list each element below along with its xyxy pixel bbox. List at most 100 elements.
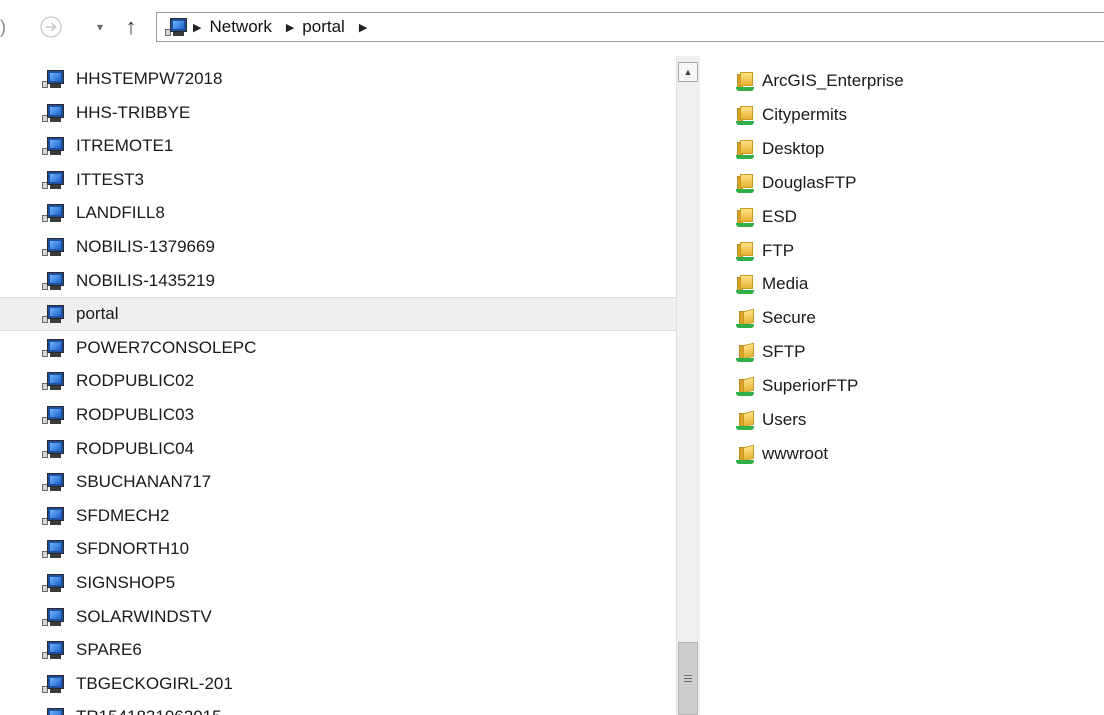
address-bar[interactable]: ▶ Network ▶ portal ▶	[156, 12, 1104, 42]
computer-icon	[42, 540, 64, 559]
computer-icon	[42, 406, 64, 424]
host-item[interactable]: SPARE6	[0, 633, 676, 667]
shared-folder-icon	[736, 240, 756, 262]
chevron-right-icon[interactable]: ▶	[359, 21, 367, 34]
share-item[interactable]: Users	[736, 405, 806, 435]
up-button[interactable]: ↑	[120, 12, 142, 42]
share-item[interactable]: ESD	[736, 202, 797, 232]
host-item[interactable]: ITREMOTE1	[0, 129, 676, 163]
share-item[interactable]: DouglasFTP	[736, 168, 856, 198]
computer-icon	[42, 338, 64, 357]
host-item[interactable]: TBGECKOGIRL-201	[0, 667, 676, 701]
computer-icon	[42, 271, 64, 290]
share-label: Users	[762, 410, 807, 429]
shared-folder-icon	[736, 341, 756, 363]
computer-icon	[42, 170, 64, 189]
host-item[interactable]: ITTEST3	[0, 163, 676, 197]
network-computer-icon	[165, 18, 187, 36]
share-label: Desktop	[762, 138, 825, 158]
host-item[interactable]: RODPUBLIC02	[0, 364, 676, 398]
host-item[interactable]: portal	[0, 297, 676, 332]
shared-folder-icon	[736, 409, 756, 431]
host-label: HHSTEMPW72018	[76, 69, 223, 88]
share-label: Citypermits	[762, 104, 848, 124]
host-item[interactable]: HHSTEMPW72018	[0, 62, 676, 96]
computer-icon	[42, 607, 64, 626]
host-item[interactable]: RODPUBLIC04	[0, 432, 676, 466]
share-label: DouglasFTP	[762, 172, 857, 192]
chevron-right-icon[interactable]: ▶	[193, 21, 201, 34]
up-arrow-icon: ↑	[125, 14, 137, 39]
share-label: Media	[762, 274, 809, 294]
chevron-down-icon: ▾	[96, 20, 104, 34]
share-label: ArcGIS_Enterprise	[762, 71, 904, 90]
host-label: HHS-TRIBBYE	[76, 102, 191, 122]
host-label: RODPUBLIC04	[76, 438, 195, 458]
breadcrumb-portal[interactable]: portal	[302, 17, 345, 37]
share-item[interactable]: wwwroot	[736, 439, 828, 469]
share-item[interactable]: Desktop	[736, 134, 824, 164]
host-item[interactable]: SIGNSHOP5	[0, 566, 676, 600]
host-label: POWER7CONSOLEPC	[76, 337, 257, 357]
host-label: NOBILIS-1379669	[76, 237, 215, 256]
shared-folder-icon	[736, 70, 756, 92]
computer-icon	[42, 103, 64, 122]
host-label: portal	[76, 304, 119, 324]
host-label: SPARE6	[76, 640, 142, 660]
computer-icon	[42, 674, 64, 693]
shared-folder-icon	[736, 375, 756, 397]
grip-icon	[684, 675, 692, 682]
host-label: NOBILIS-1435219	[76, 270, 215, 290]
host-item[interactable]: NOBILIS-1379669	[0, 230, 676, 264]
host-label: LANDFILL8	[76, 203, 165, 223]
host-item[interactable]: RODPUBLIC03	[0, 398, 676, 432]
host-label: SIGNSHOP5	[76, 573, 176, 592]
host-label: RODPUBLIC03	[76, 405, 195, 424]
share-item[interactable]: SFTP	[736, 337, 805, 367]
scroll-thumb[interactable]	[678, 642, 698, 715]
host-item[interactable]: SBUCHANAN717	[0, 465, 676, 499]
host-item[interactable]: HHS-TRIBBYE	[0, 96, 676, 130]
host-item[interactable]: SFDNORTH10	[0, 532, 676, 566]
share-list: ArcGIS_Enterprise Citypermits Desktop Dougl…	[700, 56, 1104, 715]
recent-locations-button[interactable]: ▾	[92, 12, 108, 42]
computer-icon	[42, 204, 64, 223]
vertical-scrollbar[interactable]: ▲	[676, 56, 700, 715]
host-label: SFDNORTH10	[76, 539, 190, 559]
share-item[interactable]: FTP	[736, 236, 794, 266]
host-label: SFDMECH2	[76, 505, 170, 525]
host-label: SBUCHANAN717	[76, 472, 212, 492]
computer-icon	[42, 574, 64, 592]
share-item[interactable]: Media	[736, 269, 808, 299]
scroll-up-button[interactable]: ▲	[678, 62, 698, 82]
share-item[interactable]: Citypermits	[736, 100, 847, 130]
forward-button[interactable]	[36, 12, 66, 42]
share-label: SuperiorFTP	[762, 376, 859, 396]
computer-icon	[42, 372, 64, 391]
host-item[interactable]: POWER7CONSOLEPC	[0, 331, 676, 365]
host-label: TBGECKOGIRL-201	[76, 673, 233, 693]
computer-icon	[42, 641, 64, 660]
forward-arrow-icon	[40, 16, 62, 38]
share-label: ESD	[762, 206, 797, 226]
share-label: SFTP	[762, 342, 806, 362]
share-label: FTP	[762, 240, 795, 260]
share-item[interactable]: Secure	[736, 303, 816, 333]
host-item[interactable]: LANDFILL8	[0, 196, 676, 230]
network-host-list: HHSTEMPW72018 HHS-TRIBBYE ITREMOTE1 ITTEST3…	[0, 56, 676, 715]
shared-folder-icon	[736, 138, 756, 160]
computer-icon	[42, 70, 64, 88]
back-button[interactable]: )	[0, 12, 14, 42]
host-item[interactable]: SOLARWINDSTV	[0, 600, 676, 634]
chevron-right-icon[interactable]: ▶	[286, 21, 294, 34]
share-item[interactable]: SuperiorFTP	[736, 371, 858, 401]
host-item[interactable]: TR1541831062015	[0, 700, 676, 715]
computer-icon	[42, 137, 64, 156]
breadcrumb-network[interactable]: Network	[209, 17, 271, 37]
share-item[interactable]: ArcGIS_Enterprise	[736, 66, 904, 96]
back-arrow-icon: )	[0, 17, 6, 37]
shared-folder-icon	[736, 273, 756, 295]
host-item[interactable]: SFDMECH2	[0, 499, 676, 533]
host-item[interactable]: NOBILIS-1435219	[0, 264, 676, 298]
chevron-up-icon: ▲	[683, 67, 693, 77]
